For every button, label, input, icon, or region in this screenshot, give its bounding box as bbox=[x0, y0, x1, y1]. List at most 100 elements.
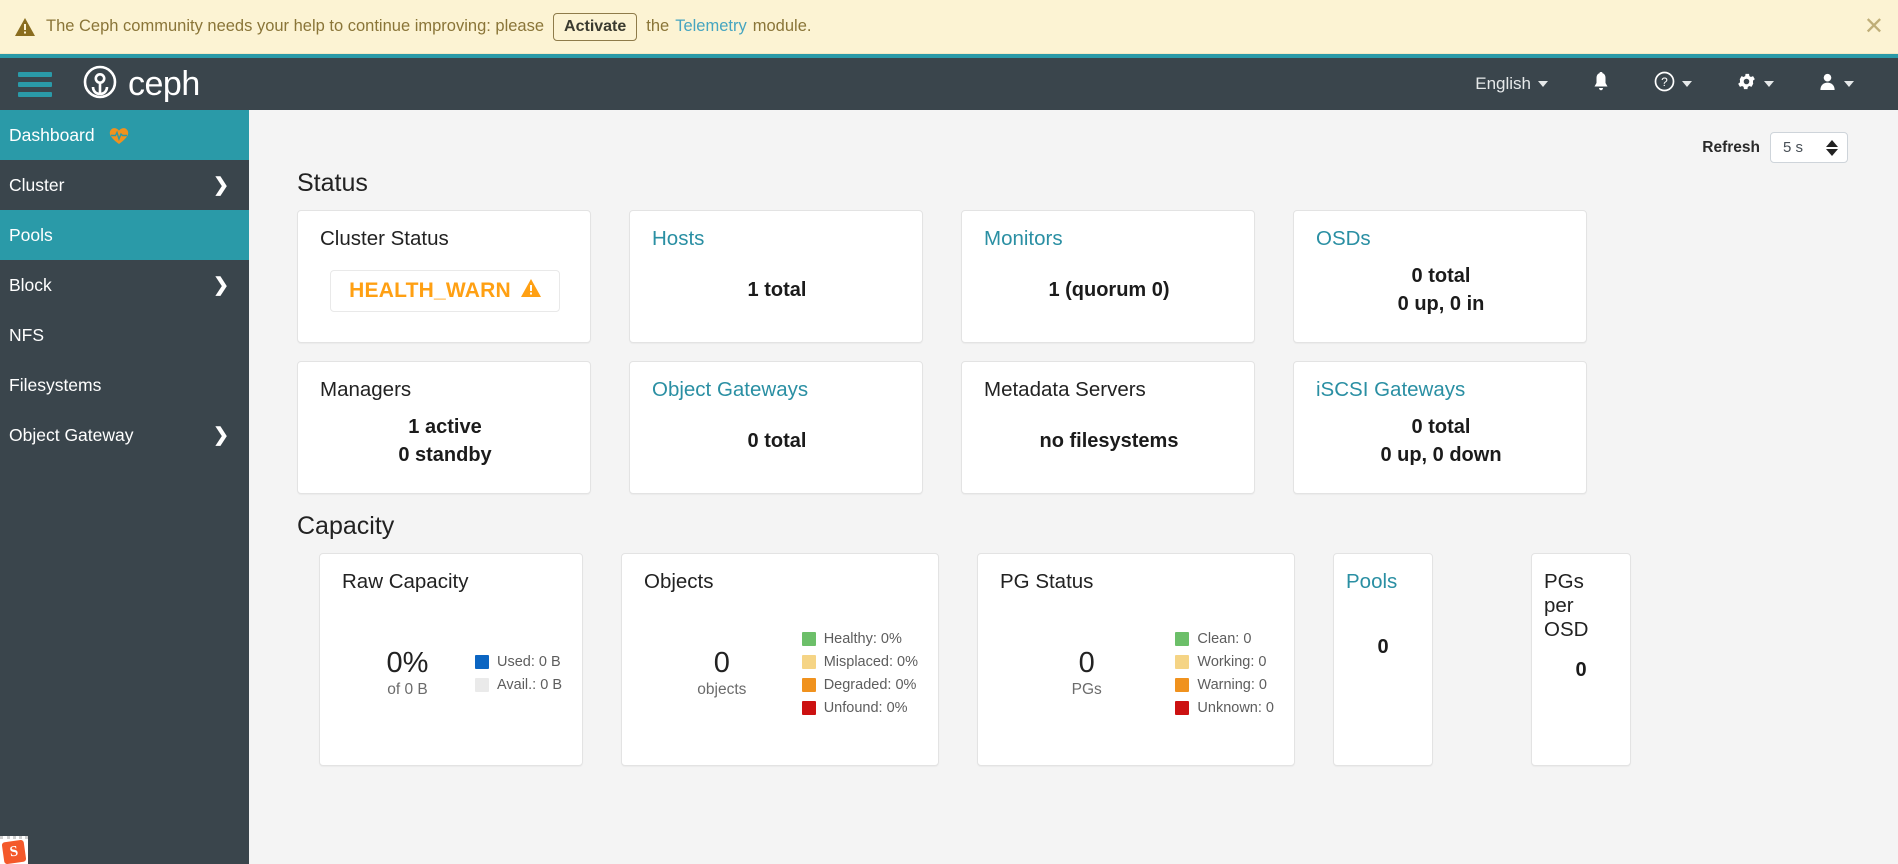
language-selector[interactable]: English bbox=[1453, 66, 1570, 102]
card-value-line-2: 0 standby bbox=[398, 443, 492, 466]
raw-capacity-percent: 0% bbox=[386, 647, 429, 680]
card-raw-capacity: Raw Capacity 0% of 0 B Used: 0 B Avail.:… bbox=[319, 553, 583, 766]
legend-item: Clean: 0 bbox=[1175, 631, 1274, 647]
objects-unit: objects bbox=[697, 680, 747, 698]
sidebar-item-label: Pools bbox=[9, 224, 53, 245]
legend-label: Misplaced: 0% bbox=[823, 654, 918, 671]
legend-item: Unfound: 0% bbox=[801, 700, 918, 717]
dashboard-content: Refresh 5 s Status Cluster Status HEALTH… bbox=[249, 110, 1898, 864]
sidebar-item-label: Object Gateway bbox=[9, 424, 134, 445]
health-status-text: HEALTH_WARN bbox=[349, 278, 511, 302]
legend-swatch-unfound bbox=[801, 701, 816, 716]
card-title[interactable]: iSCSI Gateways bbox=[1316, 378, 1566, 402]
sidebar-item-label: Filesystems bbox=[9, 374, 102, 395]
chevron-down-icon bbox=[1764, 81, 1774, 87]
status-card-row-2: Managers 1 active 0 standby Object Gatew… bbox=[297, 361, 1853, 494]
close-icon[interactable]: ✕ bbox=[1864, 14, 1884, 39]
refresh-control: Refresh 5 s bbox=[297, 110, 1853, 163]
sidebar-item-cluster[interactable]: Cluster ❯ bbox=[0, 160, 249, 210]
card-title: PG Status bbox=[1000, 570, 1094, 593]
legend-item: Misplaced: 0% bbox=[801, 654, 918, 671]
legend-label: Clean: 0 bbox=[1197, 631, 1252, 648]
card-title: Cluster Status bbox=[320, 227, 449, 250]
card-hosts[interactable]: Hosts 1 total bbox=[629, 210, 923, 343]
legend-swatch-working bbox=[1175, 655, 1190, 670]
legend-item: Avail.: 0 B bbox=[474, 677, 562, 693]
settings-menu[interactable] bbox=[1714, 63, 1796, 105]
telemetry-link[interactable]: Telemetry bbox=[675, 17, 747, 36]
alert-message: The Ceph community needs your help to co… bbox=[46, 12, 812, 41]
pg-unit: PGs bbox=[1071, 680, 1102, 698]
sidebar-item-dashboard[interactable]: Dashboard bbox=[0, 110, 249, 160]
sidebar-item-label: Block bbox=[9, 274, 52, 295]
pg-status-legend: Clean: 0 Working: 0 Warning: 0 Unknown: … bbox=[1175, 631, 1274, 716]
card-value: 1 (quorum 0) bbox=[1048, 278, 1170, 301]
ceph-logo[interactable]: ceph bbox=[82, 64, 200, 105]
legend-swatch-unknown bbox=[1175, 701, 1190, 716]
card-title[interactable]: OSDs bbox=[1316, 227, 1566, 251]
refresh-interval-value: 5 s bbox=[1783, 139, 1804, 156]
activate-button[interactable]: Activate bbox=[553, 12, 638, 41]
card-title[interactable]: Object Gateways bbox=[652, 378, 902, 402]
legend-swatch-misplaced bbox=[801, 655, 816, 670]
card-object-gateways[interactable]: Object Gateways 0 total bbox=[629, 361, 923, 494]
card-title[interactable]: Pools bbox=[1346, 570, 1420, 594]
help-menu[interactable]: ? bbox=[1632, 63, 1714, 105]
card-value-line-1: 0 total bbox=[1411, 265, 1471, 287]
browser-taskbar-icon[interactable]: S bbox=[0, 836, 28, 864]
card-monitors[interactable]: Monitors 1 (quorum 0) bbox=[961, 210, 1255, 343]
legend-item: Degraded: 0% bbox=[801, 677, 918, 694]
sidebar-item-nfs[interactable]: NFS bbox=[0, 310, 249, 360]
chevron-down-icon bbox=[1844, 81, 1854, 87]
legend-swatch-clean bbox=[1175, 632, 1190, 647]
card-objects: Objects 0 objects Healthy: 0% Misplaced:… bbox=[621, 553, 939, 766]
legend-label: Degraded: 0% bbox=[823, 677, 917, 694]
sidebar-item-pools[interactable]: Pools bbox=[0, 210, 249, 260]
brand-name: ceph bbox=[128, 64, 200, 103]
pg-count: 0 bbox=[1078, 647, 1095, 680]
card-value: no filesystems bbox=[1039, 429, 1179, 452]
card-title[interactable]: Monitors bbox=[984, 227, 1234, 251]
notifications-button[interactable] bbox=[1570, 64, 1632, 105]
raw-capacity-legend: Used: 0 B Avail.: 0 B bbox=[474, 654, 562, 693]
card-osds[interactable]: OSDs 0 total 0 up, 0 in bbox=[1293, 210, 1587, 343]
refresh-interval-select[interactable]: 5 s bbox=[1770, 132, 1848, 163]
navbar-right-group: English ? bbox=[1453, 63, 1876, 105]
card-value-line-2: 0 up, 0 down bbox=[1380, 443, 1502, 466]
card-pools[interactable]: Pools 0 bbox=[1333, 553, 1433, 766]
top-navbar: ceph English ? bbox=[0, 54, 1898, 110]
card-title[interactable]: Hosts bbox=[652, 227, 902, 251]
card-pg-status: PG Status 0 PGs Clean: 0 Working: 0 Warn… bbox=[977, 553, 1295, 766]
sidebar-item-object-gateway[interactable]: Object Gateway ❯ bbox=[0, 410, 249, 460]
card-value: 0 total bbox=[747, 429, 807, 452]
ceph-logo-mark bbox=[82, 64, 118, 105]
gear-icon bbox=[1736, 71, 1757, 97]
card-title: Objects bbox=[644, 570, 714, 593]
legend-item: Unknown: 0 bbox=[1175, 700, 1274, 716]
card-cluster-status: Cluster Status HEALTH_WARN bbox=[297, 210, 591, 343]
sidebar-item-filesystems[interactable]: Filesystems bbox=[0, 360, 249, 410]
legend-swatch-healthy bbox=[801, 632, 816, 647]
bell-icon bbox=[1592, 71, 1610, 97]
capacity-card-row: Raw Capacity 0% of 0 B Used: 0 B Avail.:… bbox=[297, 553, 1853, 766]
warning-triangle-icon bbox=[520, 278, 541, 303]
question-circle-icon: ? bbox=[1654, 71, 1675, 97]
card-metadata-servers: Metadata Servers no filesystems bbox=[961, 361, 1255, 494]
hamburger-icon[interactable] bbox=[18, 71, 52, 97]
sidebar-item-label: Cluster bbox=[9, 174, 65, 195]
legend-label: Healthy: 0% bbox=[823, 631, 902, 648]
alert-text-after: module. bbox=[752, 17, 812, 35]
legend-swatch-used bbox=[474, 655, 489, 670]
page-shell: Dashboard Cluster ❯ Pools Block ❯ NFS Fi… bbox=[0, 110, 1898, 864]
objects-count: 0 bbox=[713, 647, 730, 680]
user-menu[interactable] bbox=[1796, 64, 1876, 104]
legend-label: Unfound: 0% bbox=[823, 700, 908, 717]
telemetry-alert-bar: The Ceph community needs your help to co… bbox=[0, 0, 1898, 54]
sidebar-item-block[interactable]: Block ❯ bbox=[0, 260, 249, 310]
card-iscsi-gateways[interactable]: iSCSI Gateways 0 total 0 up, 0 down bbox=[1293, 361, 1587, 494]
card-title: Metadata Servers bbox=[984, 378, 1146, 401]
sogou-icon: S bbox=[1, 839, 27, 864]
user-icon bbox=[1818, 72, 1837, 96]
card-value-line-1: 1 active bbox=[408, 416, 482, 438]
legend-swatch-degraded bbox=[801, 678, 816, 693]
